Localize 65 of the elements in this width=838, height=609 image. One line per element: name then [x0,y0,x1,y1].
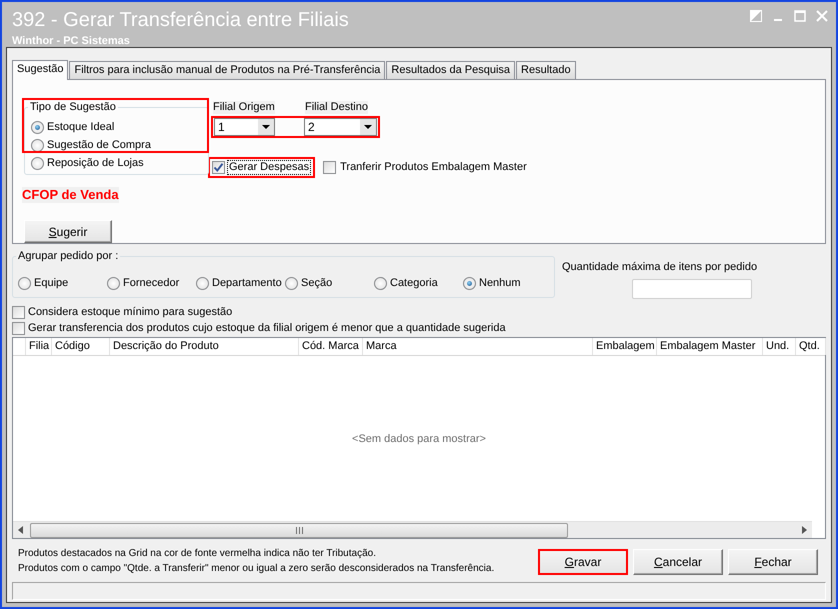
checkbox[interactable] [12,322,25,334]
cfop-label: CFOP de Venda [22,187,119,203]
column-header[interactable]: Qtd. [796,338,826,355]
radio-label: Nenhum [479,277,521,290]
footer-note: Produtos com o campo "Qtde. a Transferir" menor ou igual a zero serão desconsiderados na Transferência. [18,562,494,576]
radio-label: Departamento [212,277,282,290]
group-title: Agrupar pedido por : [17,250,120,263]
radio-button[interactable] [31,156,44,170]
radio-label: Categoria [390,277,438,290]
radio-label: Seção [301,277,332,290]
group-title: Tipo de Sugestão [29,101,117,114]
radio-button[interactable] [31,138,44,152]
tab[interactable]: Resultados da Pesquisa [386,61,516,79]
checkbox[interactable] [12,306,25,318]
checkbox-label: Gerar Despesas [227,160,312,175]
checkbox-label: Considera estoque mínimo para sugestão [28,306,232,318]
field-label: Quantidade máxima de itens por pedido [562,261,758,274]
window-subtitle: Winthor - PC Sistemas [12,35,130,48]
radio-label: Reposição de Lojas [47,156,144,170]
radio-label: Estoque Ideal [47,120,114,134]
caret-icon[interactable] [258,119,274,135]
column-header[interactable]: Embalagem [593,338,657,355]
checkbox[interactable] [212,161,225,174]
maximize-icon[interactable] [794,10,806,22]
scrollbar-thumb[interactable] [30,522,568,538]
radio-label: Equipe [34,277,68,290]
column-header[interactable]: Und. [763,338,796,355]
radio-label: Sugestão de Compra [47,138,151,152]
column-header[interactable]: Código [52,338,110,355]
column-header[interactable]: Filia [26,338,52,355]
empty-message: <Sem dados para mostrar> [352,432,486,444]
tab[interactable]: Sugestão [12,60,68,80]
column-header[interactable]: Cód. Marca [299,338,363,355]
checkmark-icon [213,162,224,173]
close-button[interactable]: Fechar [728,549,818,575]
suggest-button[interactable]: Sugerir [24,220,112,243]
column-header[interactable]: Descrição do Produto [110,338,299,355]
close-icon[interactable] [816,10,828,22]
radio-button[interactable] [196,277,209,290]
field-label: Filial Origem [213,101,275,114]
footer-note: Produtos destacados na Grid na cor de fonte vermelha indica não ter Tributação. [18,547,377,561]
checkbox[interactable] [323,161,336,174]
radio-label: Fornecedor [123,277,180,290]
tab[interactable]: Filtros para inclusão manual de Produtos na Pré-Transferência [69,61,386,79]
column-header[interactable]: Marca [363,338,593,355]
save-button[interactable]: Gravar [538,549,628,575]
window-title: 392 - Gerar Transferência entre Filiais [12,8,349,32]
field-label: Filial Destino [305,101,368,114]
scrollbar-track[interactable] [13,521,812,538]
input-field[interactable] [632,279,752,299]
half-filled-square-icon[interactable] [750,10,762,22]
radio-button[interactable] [107,277,120,290]
radio-button[interactable] [374,277,387,290]
cancel-button[interactable]: Cancelar [633,549,723,575]
checkbox-label: Tranferir Produtos Embalagem Master [339,160,528,175]
radio-button[interactable] [285,277,298,290]
dropdown[interactable]: 2 [304,118,377,136]
tab[interactable]: Resultado [516,61,576,79]
dropdown[interactable]: 1 [214,118,275,136]
caret-icon[interactable] [360,119,376,135]
checkbox-label: Gerar transferencia dos produtos cujo estoque da filial origem é menor que a quantidade sugerida [28,322,506,334]
radio-button[interactable] [463,277,476,290]
radio-button[interactable] [18,277,31,290]
radio-button[interactable] [31,120,44,134]
column-header[interactable]: Embalagem Master [657,338,763,355]
